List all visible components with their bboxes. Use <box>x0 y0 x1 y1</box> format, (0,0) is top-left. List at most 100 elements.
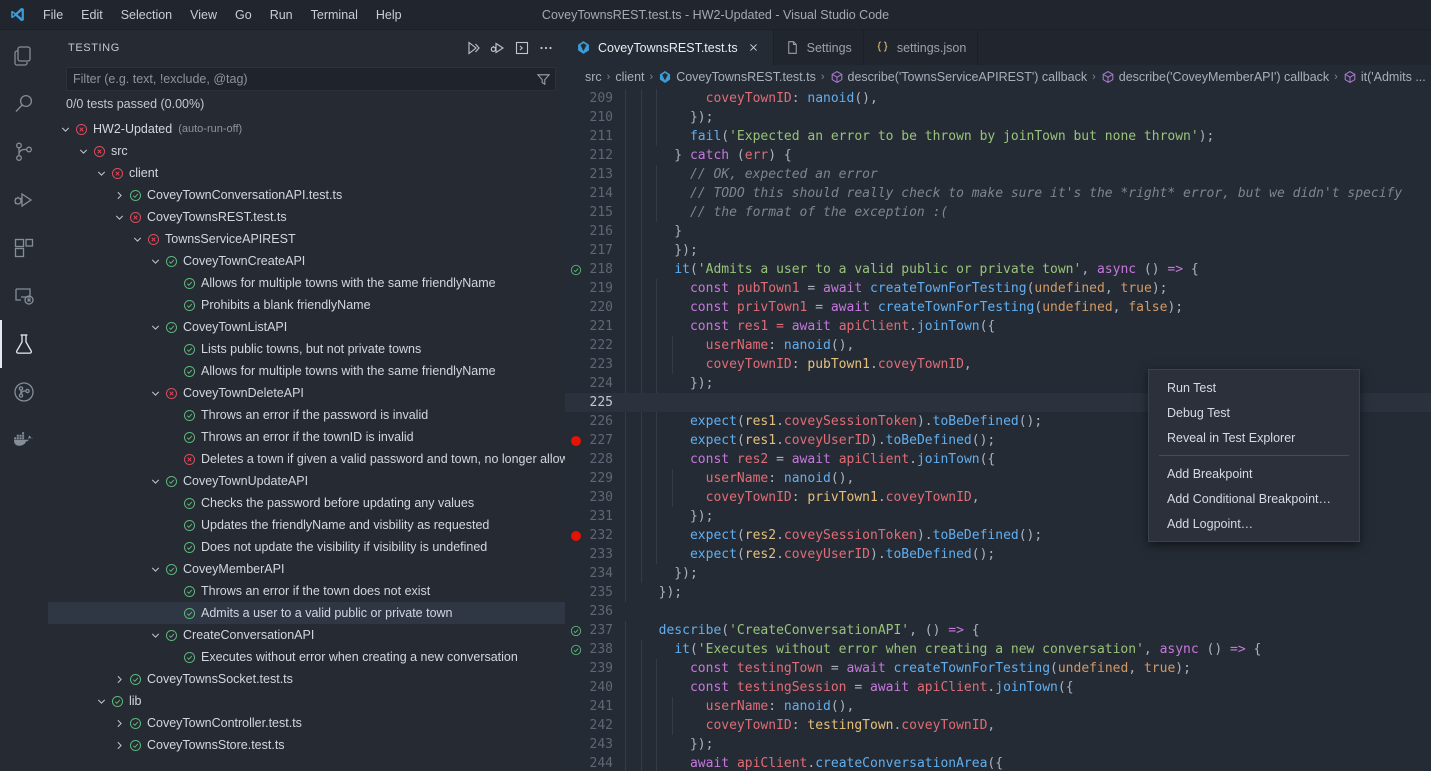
gutter-slot[interactable] <box>565 184 587 203</box>
test-tree-item[interactable]: CoveyTownConversationAPI.test.ts <box>48 184 565 206</box>
code-line[interactable]: 220 const privTown1 = await createTownFo… <box>565 298 1431 317</box>
testing-flask-icon[interactable] <box>0 320 48 368</box>
test-tree-item[interactable]: Does not update the visibility if visibi… <box>48 536 565 558</box>
test-tree-item[interactable]: client <box>48 162 565 184</box>
menu-file[interactable]: File <box>34 4 72 26</box>
code-line[interactable]: 238 it('Executes without error when crea… <box>565 640 1431 659</box>
test-tree-item[interactable]: Allows for multiple towns with the same … <box>48 272 565 294</box>
docker-icon[interactable] <box>0 416 48 464</box>
editor-tabs[interactable]: CoveyTownsREST.test.ts Settings settings.j… <box>565 30 1431 65</box>
menu-help[interactable]: Help <box>367 4 411 26</box>
chevron-down-icon[interactable] <box>148 316 162 338</box>
test-tree-item[interactable]: Prohibits a blank friendlyName <box>48 294 565 316</box>
chevron-down-icon[interactable] <box>148 624 162 646</box>
code-line[interactable]: 222 userName: nanoid(), <box>565 336 1431 355</box>
test-tree-item[interactable]: HW2-Updated (auto-run-off) <box>48 118 565 140</box>
breadcrumb-item[interactable]: describe('TownsServiceAPIREST') callback <box>830 70 1087 84</box>
test-tree-item[interactable]: CoveyTownListAPI <box>48 316 565 338</box>
gutter-slot[interactable] <box>565 393 587 412</box>
test-tree-item[interactable]: Deletes a town if given a valid password… <box>48 448 565 470</box>
code-line[interactable]: 244 await apiClient.createConversationAr… <box>565 754 1431 771</box>
filter-funnel-icon[interactable] <box>536 72 551 87</box>
chevron-right-icon[interactable] <box>112 712 126 734</box>
test-tree-item[interactable]: Throws an error if the password is inval… <box>48 404 565 426</box>
test-tree-item[interactable]: CoveyTownsSocket.test.ts <box>48 668 565 690</box>
gutter-slot[interactable] <box>565 602 587 621</box>
gutter-slot[interactable] <box>565 469 587 488</box>
test-tree[interactable]: HW2-Updated (auto-run-off) src client CoveyT… <box>48 115 565 771</box>
gutter-slot[interactable] <box>565 488 587 507</box>
test-passed-gutter-icon[interactable] <box>565 640 587 659</box>
test-tree-item[interactable]: CoveyMemberAPI <box>48 558 565 580</box>
gutter-slot[interactable] <box>565 659 587 678</box>
close-icon[interactable] <box>745 39 762 56</box>
code-line[interactable]: 213 // OK, expected an error <box>565 165 1431 184</box>
gutter-slot[interactable] <box>565 279 587 298</box>
gutter-slot[interactable] <box>565 336 587 355</box>
chevron-down-icon[interactable] <box>148 250 162 272</box>
chevron-down-icon[interactable] <box>94 690 108 712</box>
test-tree-item[interactable]: CoveyTownsREST.test.ts <box>48 206 565 228</box>
menu-terminal[interactable]: Terminal <box>302 4 367 26</box>
chevron-down-icon[interactable] <box>130 228 144 250</box>
chevron-right-icon[interactable] <box>112 734 126 756</box>
code-line[interactable]: 212 } catch (err) { <box>565 146 1431 165</box>
gutter-slot[interactable] <box>565 564 587 583</box>
code-line[interactable]: 216 } <box>565 222 1431 241</box>
show-output-icon[interactable] <box>511 37 533 59</box>
gutter-slot[interactable] <box>565 545 587 564</box>
context-menu-item[interactable]: Add Logpoint… <box>1149 511 1359 536</box>
chevron-down-icon[interactable] <box>148 470 162 492</box>
test-tree-item[interactable]: Lists public towns, but not private town… <box>48 338 565 360</box>
test-tree-item[interactable]: CoveyTownDeleteAPI <box>48 382 565 404</box>
breadcrumb-item[interactable]: src <box>585 70 602 84</box>
code-line[interactable]: 239 const testingTown = await createTown… <box>565 659 1431 678</box>
context-menu-item[interactable]: Add Breakpoint <box>1149 461 1359 486</box>
code-line[interactable]: 211 fail('Expected an error to be thrown… <box>565 127 1431 146</box>
test-tree-item[interactable]: CoveyTownController.test.ts <box>48 712 565 734</box>
test-tree-item[interactable]: Throws an error if the townID is invalid <box>48 426 565 448</box>
gutter-slot[interactable] <box>565 412 587 431</box>
chevron-down-icon[interactable] <box>94 162 108 184</box>
context-menu-item[interactable]: Run Test <box>1149 375 1359 400</box>
chevron-down-icon[interactable] <box>148 558 162 580</box>
editor-context-menu[interactable]: Run Test Debug Test Reveal in Test Explore… <box>1148 369 1360 542</box>
gutter-slot[interactable] <box>565 355 587 374</box>
test-tree-item[interactable]: lib <box>48 690 565 712</box>
chevron-right-icon[interactable] <box>112 668 126 690</box>
breadcrumb-item[interactable]: client <box>615 70 644 84</box>
search-icon[interactable] <box>0 80 48 128</box>
menu-view[interactable]: View <box>181 4 226 26</box>
code-line[interactable]: 243 }); <box>565 735 1431 754</box>
code-line[interactable]: 234 }); <box>565 564 1431 583</box>
test-tree-item[interactable]: Checks the password before updating any … <box>48 492 565 514</box>
test-tree-item[interactable]: Updates the friendlyName and visbility a… <box>48 514 565 536</box>
run-debug-icon[interactable] <box>0 176 48 224</box>
test-tree-item[interactable]: CoveyTownCreateAPI <box>48 250 565 272</box>
gutter-slot[interactable] <box>565 678 587 697</box>
menu-edit[interactable]: Edit <box>72 4 112 26</box>
gutter-slot[interactable] <box>565 735 587 754</box>
code-line[interactable]: 215 // the format of the exception :( <box>565 203 1431 222</box>
chevron-down-icon[interactable] <box>148 382 162 404</box>
test-tree-item[interactable]: src <box>48 140 565 162</box>
code-line[interactable]: 218 it('Admits a user to a valid public … <box>565 260 1431 279</box>
test-tree-item[interactable]: Allows for multiple towns with the same … <box>48 360 565 382</box>
gutter-slot[interactable] <box>565 450 587 469</box>
chevron-down-icon[interactable] <box>112 206 126 228</box>
test-passed-gutter-icon[interactable] <box>565 260 587 279</box>
breakpoint-icon[interactable] <box>565 526 587 545</box>
gutter-slot[interactable] <box>565 146 587 165</box>
gutter-slot[interactable] <box>565 317 587 336</box>
gitlens-icon[interactable] <box>0 368 48 416</box>
code-line[interactable]: 214 // TODO this should really check to … <box>565 184 1431 203</box>
gutter-slot[interactable] <box>565 108 587 127</box>
editor-tab[interactable]: CoveyTownsREST.test.ts <box>565 30 774 65</box>
code-line[interactable]: 237 describe('CreateConversationAPI', ()… <box>565 621 1431 640</box>
gutter-slot[interactable] <box>565 754 587 771</box>
explorer-icon[interactable] <box>0 32 48 80</box>
test-tree-item[interactable]: TownsServiceAPIREST <box>48 228 565 250</box>
more-actions-icon[interactable] <box>535 37 557 59</box>
code-line[interactable]: 240 const testingSession = await apiClie… <box>565 678 1431 697</box>
extensions-icon[interactable] <box>0 224 48 272</box>
